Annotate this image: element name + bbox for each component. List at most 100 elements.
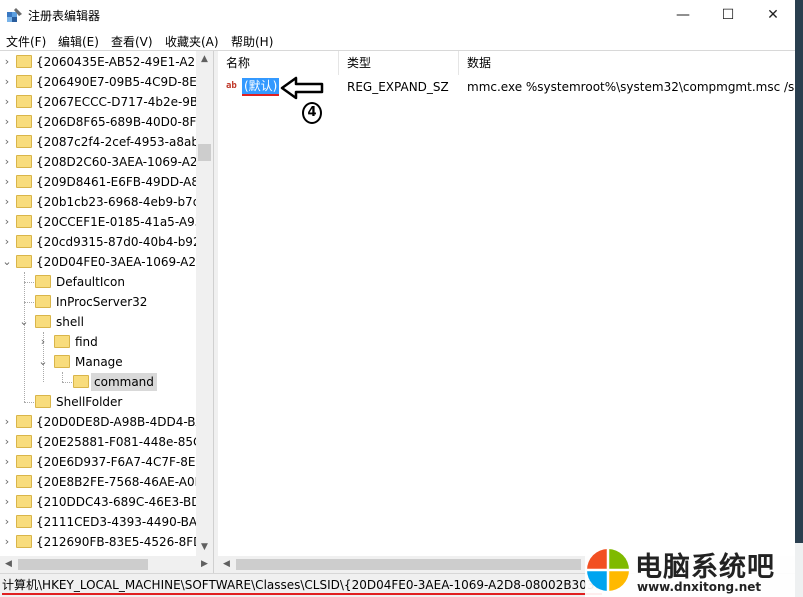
tree-item-label: {20E8B2FE-7568-46AE-A0DI <box>36 475 208 489</box>
menu-favorites[interactable]: 收藏夹(A) <box>165 33 219 50</box>
watermark-name: 电脑系统吧 <box>635 552 775 583</box>
desktop-background <box>795 0 803 597</box>
chevron-right-icon[interactable]: › <box>2 135 12 148</box>
tree-item-label: Manage <box>75 355 123 369</box>
string-value-icon: ab <box>226 81 237 91</box>
tree-item-label: {209D8461-E6FB-49DD-A82 <box>36 175 207 189</box>
chevron-right-icon[interactable]: › <box>38 335 48 348</box>
folder-icon <box>16 55 32 68</box>
scroll-thumb[interactable] <box>18 559 148 570</box>
tree-item-label: {20b1cb23-6968-4eb9-b7d4 <box>36 195 208 209</box>
chevron-right-icon[interactable]: › <box>2 55 12 68</box>
tree-guide <box>24 302 34 303</box>
folder-icon <box>16 155 32 168</box>
scroll-down-icon[interactable]: ▼ <box>196 539 213 556</box>
folder-icon <box>16 135 32 148</box>
tree-item-label: InProcServer32 <box>56 295 148 309</box>
chevron-right-icon[interactable]: › <box>2 515 12 528</box>
tree-guide <box>62 382 72 383</box>
chevron-right-icon[interactable]: › <box>2 475 12 488</box>
folder-icon <box>35 295 51 308</box>
tree-item-label: {2060435E-AB52-49E1-A2EA <box>36 55 211 69</box>
annotation-step-number: 4 <box>302 102 322 124</box>
chevron-right-icon[interactable]: › <box>2 155 12 168</box>
menu-bar: 文件(F) 编辑(E) 查看(V) 收藏夹(A) 帮助(H) <box>0 30 795 50</box>
tree-item-label: DefaultIcon <box>56 275 125 289</box>
chevron-right-icon[interactable]: › <box>2 415 12 428</box>
maximize-button[interactable]: ☐ <box>705 0 751 30</box>
tree-item-label: find <box>75 335 98 349</box>
tree-guide <box>24 272 25 402</box>
folder-icon <box>16 235 32 248</box>
chevron-right-icon[interactable]: › <box>2 235 12 248</box>
column-header-data[interactable]: 数据 <box>459 51 795 75</box>
chevron-right-icon[interactable]: › <box>2 195 12 208</box>
chevron-right-icon[interactable]: › <box>2 175 12 188</box>
value-name[interactable]: (默认) <box>242 78 280 96</box>
scroll-thumb[interactable] <box>236 559 581 570</box>
column-header-name[interactable]: 名称 <box>218 51 339 75</box>
tree-horizontal-scrollbar[interactable]: ◀ ▶ <box>0 556 213 573</box>
menu-edit[interactable]: 编辑(E) <box>58 33 99 50</box>
tree-item-label: {20CCEF1E-0185-41a5-A933 <box>36 215 210 229</box>
scroll-thumb[interactable] <box>198 144 211 161</box>
scroll-left-icon[interactable]: ◀ <box>0 556 17 573</box>
tree-item-label: ShellFolder <box>56 395 123 409</box>
chevron-right-icon[interactable]: › <box>2 535 12 548</box>
chevron-right-icon[interactable]: › <box>2 435 12 448</box>
values-list[interactable]: 名称 类型 数据 ab (默认) REG_EXPAND_SZ mmc.exe %… <box>218 51 795 556</box>
folder-icon <box>16 215 32 228</box>
chevron-right-icon[interactable]: › <box>2 115 12 128</box>
folder-icon <box>16 195 32 208</box>
tree-item-label: {2111CED3-4393-4490-BA09 <box>36 515 213 529</box>
folder-icon <box>16 415 32 428</box>
close-button[interactable]: ✕ <box>750 0 796 30</box>
title-bar: 注册表编辑器 — ☐ ✕ <box>0 0 795 30</box>
windows-logo-icon <box>587 549 629 591</box>
chevron-right-icon[interactable]: › <box>2 455 12 468</box>
tree-item-label: command <box>91 373 157 391</box>
chevron-down-icon[interactable]: ⌄ <box>2 255 12 268</box>
folder-icon <box>16 95 32 108</box>
menu-file[interactable]: 文件(F) <box>6 33 46 50</box>
watermark-url: www.dnxitong.net <box>637 580 762 594</box>
tree-item-label: {20D0DE8D-A98B-4DD4-BA <box>36 415 204 429</box>
chevron-right-icon[interactable]: › <box>2 75 12 88</box>
tree-guide <box>62 372 63 382</box>
menu-view[interactable]: 查看(V) <box>111 33 153 50</box>
chevron-right-icon[interactable]: › <box>2 495 12 508</box>
folder-icon <box>35 395 51 408</box>
chevron-down-icon[interactable]: ⌄ <box>38 355 48 368</box>
tree-item-label: {20E6D937-F6A7-4C7F-8E69 <box>36 455 211 469</box>
regedit-icon <box>7 8 22 22</box>
tree-item-label: {2067ECCC-D717-4b2e-9B3 <box>36 95 206 109</box>
chevron-down-icon[interactable]: ⌄ <box>19 315 29 328</box>
tree-guide <box>24 282 34 283</box>
tree-item-label: shell <box>56 315 84 329</box>
scroll-left-icon[interactable]: ◀ <box>218 556 235 573</box>
menu-help[interactable]: 帮助(H) <box>231 33 273 50</box>
column-header-type[interactable]: 类型 <box>339 51 459 75</box>
tree-guide <box>24 402 34 403</box>
tree-item-label: {208D2C60-3AEA-1069-A2D <box>36 155 207 169</box>
chevron-right-icon[interactable]: › <box>2 95 12 108</box>
folder-icon <box>16 495 32 508</box>
tree-item-label: {206D8F65-689B-40D0-8F07 <box>36 115 212 129</box>
folder-icon <box>35 275 51 288</box>
tree-item-label: {20E25881-F081-448e-85C9 <box>36 435 210 449</box>
folder-icon <box>16 175 32 188</box>
key-path: 计算机\HKEY_LOCAL_MACHINE\SOFTWARE\Classes\… <box>2 578 603 595</box>
scroll-right-icon[interactable]: ▶ <box>196 556 213 573</box>
minimize-button[interactable]: — <box>660 0 706 30</box>
tree-item-label: {2087c2f4-2cef-4953-a8ab-6 <box>36 135 211 149</box>
folder-icon <box>73 375 89 388</box>
tree-vertical-scrollbar[interactable]: ▲ ▼ <box>196 51 213 556</box>
value-type: REG_EXPAND_SZ <box>347 80 449 94</box>
chevron-right-icon[interactable]: › <box>2 215 12 228</box>
scroll-up-icon[interactable]: ▲ <box>196 51 213 68</box>
tree-item-label: {206490E7-09B5-4C9D-8E54 <box>36 75 213 89</box>
folder-icon <box>16 115 32 128</box>
tree-item-label: {210DDC43-689C-46E3-BDC <box>36 495 209 509</box>
folder-icon <box>16 475 32 488</box>
key-tree[interactable]: › {2060435E-AB52-49E1-A2EA › {206490E7-09B… <box>0 51 215 556</box>
